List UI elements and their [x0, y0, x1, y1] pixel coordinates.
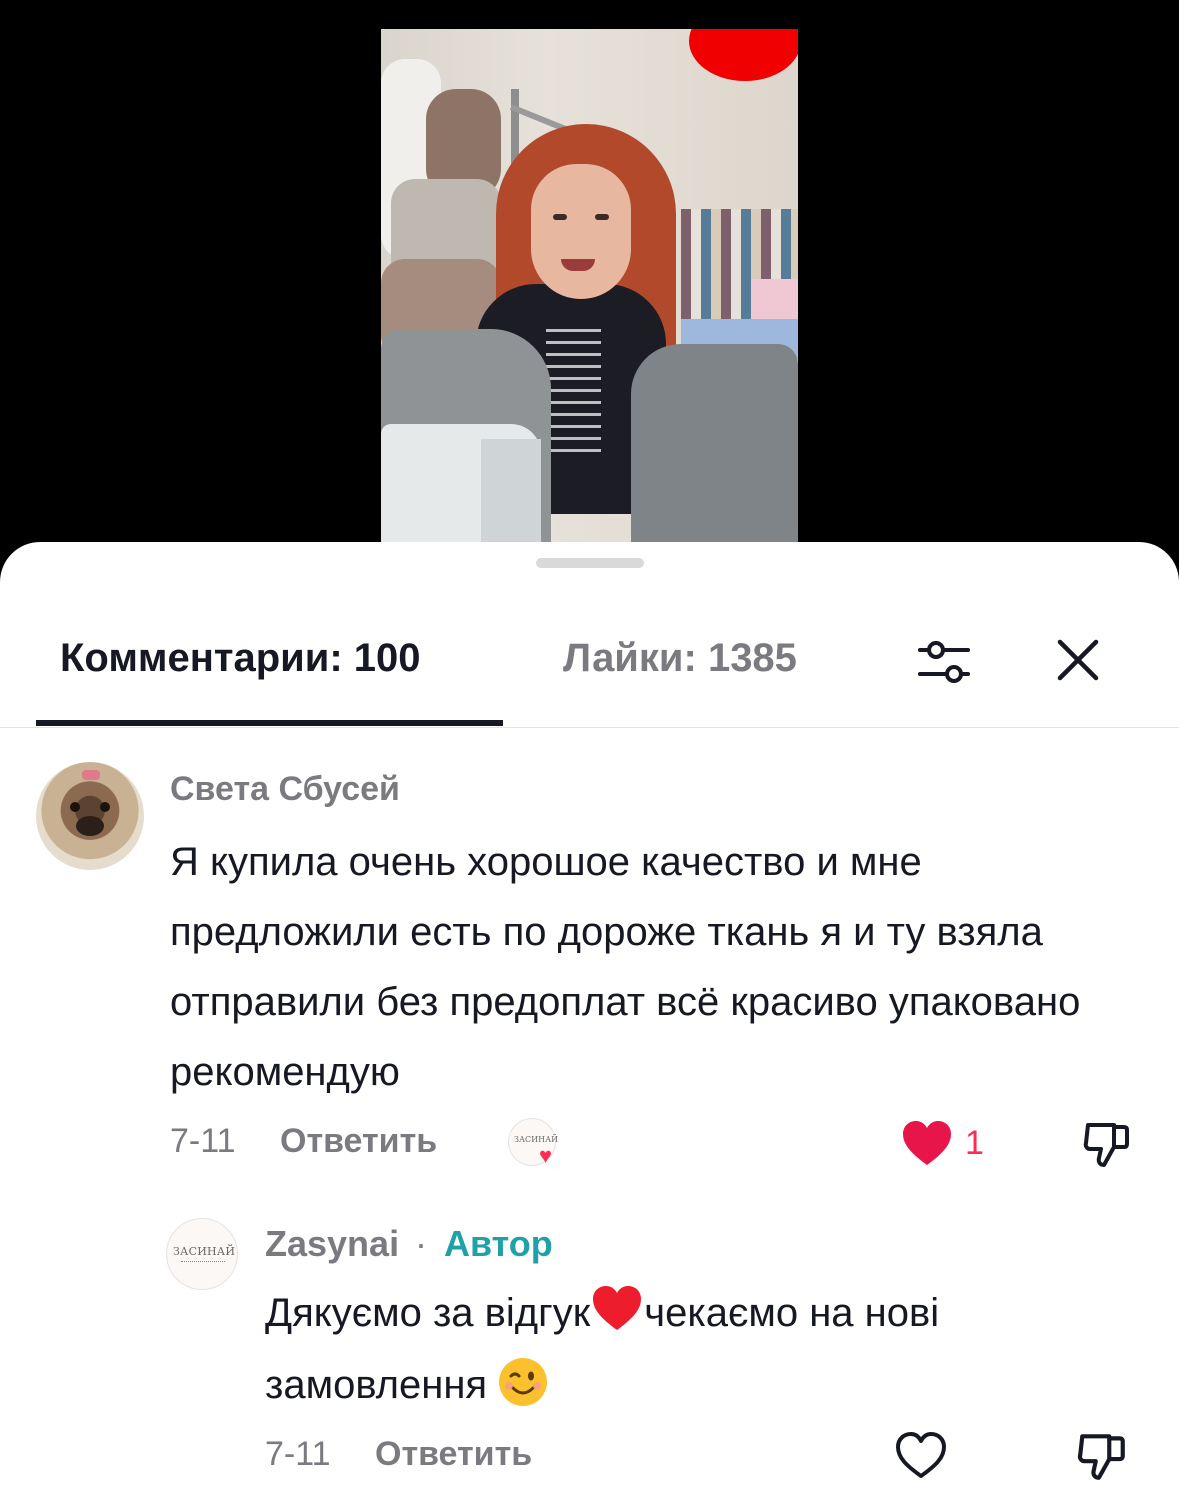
reply-date: 7-11 — [265, 1435, 331, 1473]
comments-sheet: Комментарии: 100 Лайки: 1385 Света Сбусе… — [0, 542, 1179, 1487]
video-player[interactable] — [381, 29, 798, 560]
tab-comments[interactable]: Комментарии: 100 — [60, 636, 421, 681]
reply-text: Дякуємо за відгук чекаємо на нові замовле… — [265, 1277, 1145, 1421]
avatar[interactable]: ЗАСИНАЙ — [166, 1218, 238, 1290]
reply-username[interactable]: Zasynai — [265, 1223, 399, 1265]
comment-username[interactable]: Света Сбусей — [170, 770, 400, 809]
avatar-detail — [181, 1261, 225, 1263]
reply-button[interactable]: Ответить — [375, 1435, 532, 1474]
video-background — [0, 0, 1179, 560]
thumbs-down-icon[interactable] — [1080, 1117, 1134, 1171]
active-tab-indicator — [36, 720, 503, 726]
avatar-logo-text: ЗАСИНАЙ — [173, 1245, 236, 1258]
avatar-detail — [76, 816, 104, 836]
like-count: 1 — [965, 1124, 984, 1162]
heart-emoji-icon — [593, 1286, 642, 1330]
drag-handle[interactable] — [536, 558, 644, 568]
avatar-detail — [70, 802, 80, 812]
heart-icon[interactable] — [900, 1119, 954, 1169]
heart-icon: ♥ — [539, 1143, 553, 1168]
heart-icon[interactable] — [893, 1430, 949, 1482]
avatar[interactable] — [36, 762, 144, 870]
comment-text: Я купила очень хорошое качество и мне пр… — [170, 840, 1081, 1094]
tab-likes[interactable]: Лайки: 1385 — [563, 636, 797, 681]
reply-button[interactable]: Ответить — [280, 1122, 437, 1161]
liked-by-creator-badge: ЗАСИНАЙ ♥ — [508, 1118, 558, 1168]
avatar-detail — [100, 802, 110, 812]
avatar-detail — [82, 770, 100, 780]
video-scene-person-face — [531, 164, 631, 299]
sliders-icon[interactable] — [914, 632, 974, 692]
wink-emoji-icon — [499, 1358, 548, 1406]
close-icon[interactable] — [1050, 632, 1106, 688]
video-scene-fabric-grey — [631, 344, 798, 560]
separator-dot: · — [415, 1223, 427, 1264]
video-scene-eye — [595, 214, 609, 220]
comment-date: 7-11 — [170, 1122, 236, 1160]
video-scene-eye — [553, 214, 567, 220]
video-scene-embroidery — [546, 329, 601, 459]
thumbs-down-icon[interactable] — [1074, 1428, 1130, 1484]
tabs-bar: Комментарии: 100 Лайки: 1385 — [0, 602, 1179, 728]
reply-text-part: Дякуємо за відгук — [265, 1291, 591, 1335]
author-badge: Автор — [444, 1223, 553, 1264]
